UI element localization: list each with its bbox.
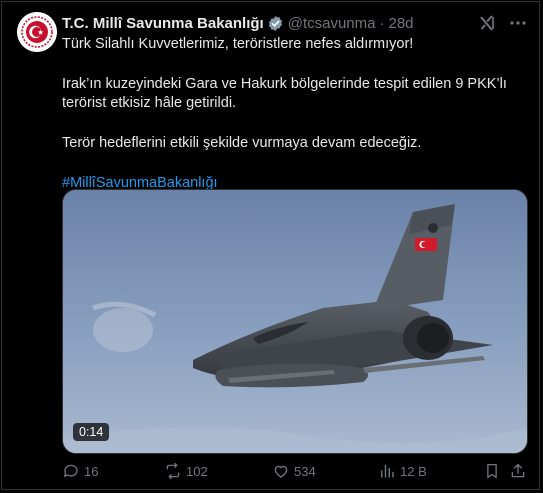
video-duration: 0:14 [73, 423, 110, 441]
author-handle[interactable]: @tcsavunma [288, 15, 376, 32]
video-player[interactable]: 0:14 [62, 189, 528, 454]
grok-icon[interactable] [477, 13, 497, 33]
views-button[interactable]: 12 B [378, 461, 427, 481]
reply-button[interactable]: 16 [62, 461, 98, 481]
tweet-text: Türk Silahlı Kuvvetlerimiz, teröristlere… [62, 35, 532, 193]
header-actions [477, 13, 527, 33]
timestamp[interactable]: 28d [388, 15, 413, 32]
bookmark-icon [487, 463, 497, 479]
ministry-logo-icon [17, 12, 57, 52]
share-button[interactable] [509, 461, 531, 481]
reply-icon [63, 464, 78, 477]
tweet-actions: 16 102 534 12 B [62, 461, 527, 481]
views-count: 12 B [400, 463, 427, 479]
repost-count: 102 [186, 463, 208, 479]
separator-dot: · [379, 14, 385, 32]
reply-count: 16 [84, 463, 99, 479]
heart-icon [274, 465, 288, 478]
tweet-card[interactable]: T.C. Millî Savunma Bakanlığı @tcsavunma … [1, 1, 540, 490]
like-count: 534 [294, 463, 316, 479]
more-icon[interactable] [509, 14, 527, 32]
share-icon [511, 463, 525, 478]
tweet-line-3: Terör hedeflerini etkili şekilde vurmaya… [62, 135, 422, 151]
tweet-line-1: Türk Silahlı Kuvvetlerimiz, teröristlere… [62, 36, 414, 52]
verified-badge-icon [267, 15, 284, 32]
tweet-header: T.C. Millî Savunma Bakanlığı @tcsavunma … [62, 13, 527, 33]
bookmark-button[interactable] [483, 461, 505, 481]
repost-icon [166, 462, 180, 480]
repost-button[interactable]: 102 [164, 461, 208, 481]
tweet-line-2: Irak’ın kuzeyindeki Gara ve Hakurk bölge… [62, 76, 507, 111]
fighter-jet-video-frame [63, 190, 527, 453]
author-name[interactable]: T.C. Millî Savunma Bakanlığı [62, 15, 264, 32]
views-icon [381, 465, 394, 478]
avatar[interactable] [17, 12, 57, 52]
like-button[interactable]: 534 [272, 461, 316, 481]
